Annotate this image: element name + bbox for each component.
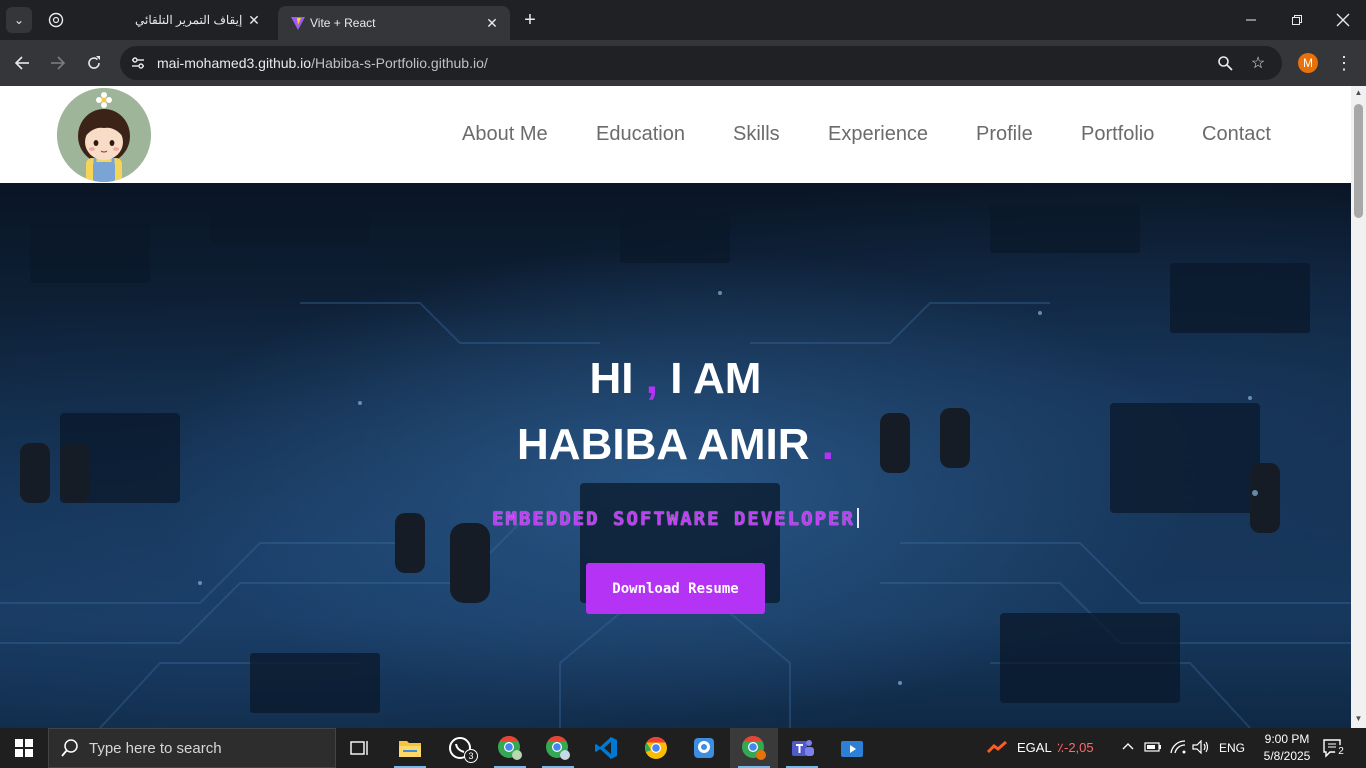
nav-profile[interactable]: Profile (976, 123, 1033, 146)
tab-title: Vite + React (310, 16, 376, 30)
page-viewport: About Me Education Skills Experience Pro… (0, 86, 1351, 728)
greeting-comma: , (645, 354, 658, 403)
stock-symbol[interactable]: EGAL (1017, 740, 1052, 755)
chrome-active-icon[interactable] (730, 728, 778, 768)
scroll-thumb[interactable] (1354, 104, 1363, 218)
nav-about-me[interactable]: About Me (462, 123, 548, 146)
new-tab-icon[interactable]: + (518, 8, 542, 32)
search-placeholder: Type here to search (89, 740, 222, 757)
task-view-icon[interactable] (336, 728, 384, 768)
browser-toolbar: mai-mohamed3.github.io/Habiba-s-Portfoli… (0, 40, 1366, 86)
windows-start-icon[interactable] (0, 728, 48, 768)
site-info-icon[interactable] (130, 55, 146, 71)
zoom-icon[interactable] (1216, 54, 1234, 72)
url-text: mai-mohamed3.github.io/Habiba-s-Portfoli… (157, 55, 488, 71)
tab-active[interactable]: Vite + React ✕ (278, 6, 510, 40)
hero-role-text: EMBEDDED SOFTWARE DEVELOPER (492, 508, 855, 530)
stock-trend-icon[interactable] (986, 739, 1010, 758)
vscode-icon[interactable] (582, 728, 630, 768)
wifi-icon[interactable] (1169, 740, 1187, 757)
tab-inactive[interactable]: إيقاف التمرير التلقائي ✕ (36, 0, 272, 40)
video-player-icon[interactable] (828, 728, 876, 768)
stock-change[interactable]: 2,05-٪ (1057, 740, 1094, 756)
show-hidden-icons-chevron-icon[interactable] (1121, 739, 1135, 756)
notification-center-icon[interactable]: 2 (1322, 738, 1347, 758)
chrome-profile-m-icon[interactable] (486, 728, 534, 768)
url-host: mai-mohamed3.github.io (157, 55, 312, 71)
notification-count: 2 (1335, 745, 1347, 757)
page-scrollbar[interactable]: ▲ ▼ (1351, 86, 1366, 728)
scroll-down-arrow-icon[interactable]: ▼ (1351, 714, 1366, 726)
nav-skills[interactable]: Skills (733, 123, 780, 146)
nav-experience[interactable]: Experience (828, 123, 928, 146)
minimize-icon[interactable] (1228, 0, 1274, 40)
nav-contact[interactable]: Contact (1202, 123, 1271, 146)
hero-name-dot: . (821, 420, 834, 469)
chrome-profile-y-icon[interactable] (534, 728, 582, 768)
input-language[interactable]: ENG (1219, 741, 1245, 755)
browser-tab-bar: ⌄ إيقاف التمرير التلقائي ✕ Vite + React … (0, 0, 1366, 40)
taskbar-clock[interactable]: 9:00 PM 5/8/2025 (1252, 731, 1322, 765)
hero-role-typewriter: EMBEDDED SOFTWARE DEVELOPER (0, 508, 1351, 530)
webcam-app-icon[interactable] (680, 728, 728, 768)
greeting-hi: HI (589, 354, 634, 403)
greeting-iam: I AM (670, 354, 762, 403)
url-path: /Habiba-s-Portfolio.github.io/ (311, 55, 488, 71)
back-icon[interactable] (9, 50, 35, 76)
windows-taskbar: Type here to search 3 EGAL 2,05-٪ ENG 9:… (0, 728, 1366, 768)
profile-avatar[interactable]: M (1298, 53, 1318, 73)
tab-search-dropdown-icon[interactable]: ⌄ (6, 7, 32, 33)
taskbar-search-box[interactable]: Type here to search (48, 728, 336, 768)
search-icon (61, 739, 79, 761)
bookmark-star-icon[interactable]: ☆ (1249, 54, 1267, 72)
clock-date: 5/8/2025 (1263, 749, 1311, 763)
volume-icon[interactable] (1192, 739, 1210, 757)
chrome-icon[interactable] (632, 728, 680, 768)
vite-favicon-icon (290, 15, 306, 31)
hero-name: HABIBA AMIR . (0, 420, 1351, 470)
scroll-up-arrow-icon[interactable]: ▲ (1351, 88, 1366, 100)
nav-portfolio[interactable]: Portfolio (1081, 123, 1154, 146)
forward-icon[interactable] (45, 50, 71, 76)
download-resume-button[interactable]: Download Resume (586, 563, 765, 614)
close-tab-icon[interactable]: ✕ (246, 12, 262, 28)
clock-time: 9:00 PM (1264, 732, 1310, 746)
whatsapp-badge: 3 (464, 749, 478, 763)
hero-greeting: HI , I AM (0, 354, 1351, 404)
tab-title: إيقاف التمرير التلقائي (135, 13, 243, 27)
restore-icon[interactable] (1274, 0, 1320, 40)
globe-favicon-icon (48, 12, 64, 28)
browser-menu-icon[interactable]: ⋮ (1334, 52, 1354, 74)
hero-name-text: HABIBA AMIR (517, 420, 810, 469)
reload-icon[interactable] (81, 50, 107, 76)
site-header: About Me Education Skills Experience Pro… (0, 86, 1351, 183)
avatar-logo[interactable] (57, 88, 151, 182)
nav-education[interactable]: Education (596, 123, 685, 146)
whatsapp-icon[interactable]: 3 (436, 728, 484, 768)
file-explorer-icon[interactable] (386, 728, 434, 768)
typing-caret (856, 508, 859, 528)
teams-icon[interactable] (778, 728, 826, 768)
close-window-icon[interactable] (1320, 0, 1366, 40)
battery-icon[interactable] (1144, 740, 1162, 757)
hero-section: HI , I AM HABIBA AMIR . EMBEDDED SOFTWAR… (0, 183, 1351, 728)
close-tab-icon[interactable]: ✕ (484, 15, 500, 31)
address-bar[interactable]: mai-mohamed3.github.io/Habiba-s-Portfoli… (120, 46, 1282, 80)
